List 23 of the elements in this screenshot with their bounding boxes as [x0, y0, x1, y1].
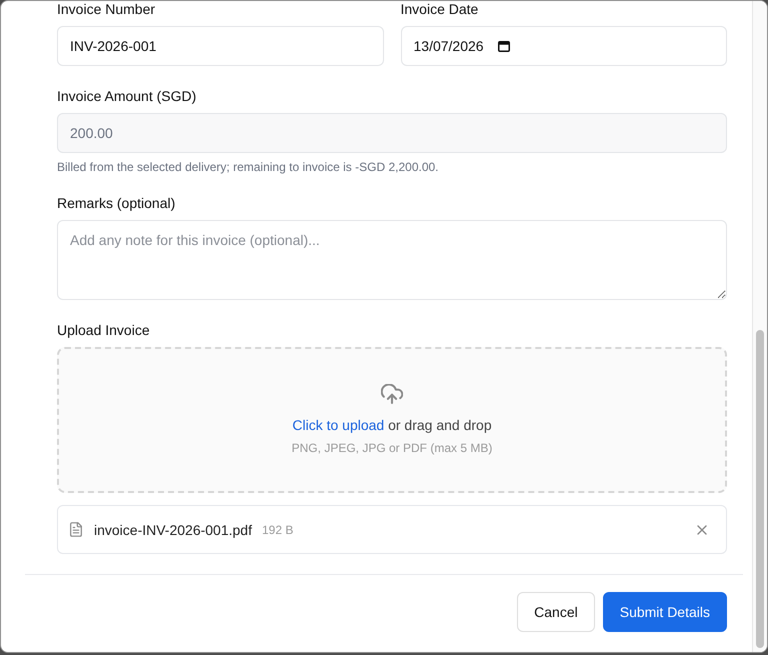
file-icon — [70, 522, 82, 537]
calendar-icon[interactable] — [498, 40, 510, 52]
scrollbar[interactable] — [752, 1, 767, 652]
cloud-upload-icon — [381, 384, 403, 404]
close-icon[interactable] — [697, 524, 707, 534]
help-text: Billed from the selected delivery; remaining to invoice is -SGD 2,200.00. — [57, 159, 440, 175]
upload-dropzone[interactable]: Click to upload or drag and drop PNG, JPEG, JPG or PDF (max 5 MB) — [57, 347, 727, 493]
scrollbar-thumb[interactable] — [756, 330, 764, 648]
upload-link[interactable]: Click to upload — [292, 417, 384, 433]
field-label: Invoice Number — [57, 1, 156, 17]
field-label: Upload Invoice — [57, 322, 151, 338]
field-label: Invoice Amount (SGD) — [57, 88, 198, 104]
remarks-field[interactable]: Add any note for this invoice (optional)... — [57, 220, 727, 300]
field-label: Remarks (optional) — [57, 195, 176, 211]
file-size: 192 B — [262, 522, 294, 536]
cancel-button[interactable]: Cancel — [517, 592, 595, 632]
file-types-hint: PNG, JPEG, JPG or PDF (max 5 MB) — [292, 440, 492, 456]
submit-button[interactable]: Submit Details — [602, 592, 727, 632]
upload-instructions: Click to upload or drag and drop — [292, 416, 492, 434]
field-label: Invoice Date — [400, 1, 480, 17]
text-field[interactable]: INV-2026-001 — [57, 26, 384, 66]
file-name: invoice-INV-2026-001.pdf — [94, 522, 252, 538]
date-field[interactable]: 13/07/2026 — [400, 26, 727, 66]
